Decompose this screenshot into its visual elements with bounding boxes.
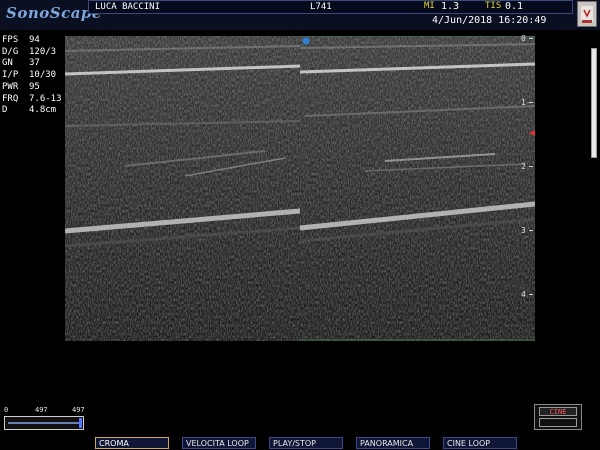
softkey-panoramica[interactable]: PANORAMICA (356, 437, 430, 449)
depth-label: 4 (521, 290, 526, 299)
depth-tick (529, 38, 533, 39)
image-left (64, 36, 301, 341)
softkey-bar: CROMA VELOCITA LOOP PLAY/STOP PANORAMICA CIN… (0, 437, 600, 450)
depth-tick (529, 294, 533, 295)
param-key: D/G (2, 46, 19, 57)
ultrasound-image (64, 35, 536, 341)
param-key: I/P (2, 70, 19, 81)
param-value: 7.6-13 (29, 93, 62, 104)
param-value: 95 (29, 81, 40, 92)
param-key: FPS (2, 35, 19, 45)
cine-max-label: 497 (72, 406, 85, 414)
param-value: 120/3 (29, 46, 57, 57)
cine-button-label: CINE (539, 407, 577, 416)
param-row: FPS 94 (2, 35, 62, 47)
tis-value: 0.1 (505, 1, 524, 12)
patient-name: LUCA BACCINI (95, 2, 161, 12)
active-image-marker-icon (302, 37, 310, 45)
mi-label: MI (424, 1, 435, 11)
depth-tick (529, 166, 533, 167)
param-value: 94 (29, 35, 40, 45)
depth-tick (529, 102, 533, 103)
softkey-play-stop[interactable]: PLAY/STOP (269, 437, 343, 449)
param-key: D (2, 105, 8, 116)
param-row: FRQ 7.6-13 (2, 94, 62, 106)
side-scrollbar[interactable] (591, 48, 597, 158)
hospital-logo-icon (577, 1, 597, 27)
cine-indicator-lower (539, 418, 577, 427)
cine-indicator[interactable]: CINE (534, 404, 582, 430)
param-row: D/G 120/3 (2, 47, 62, 59)
param-row: GN 37 (2, 58, 62, 70)
param-row: D 4.8cm (2, 105, 62, 117)
cine-min-label: 0 (4, 406, 9, 414)
probe-name: L741 (310, 2, 332, 12)
softkey-croma[interactable]: CROMA (95, 437, 169, 449)
cine-slider-handle[interactable] (79, 418, 82, 428)
cine-slider-panel: 0 497 497 (2, 406, 86, 432)
depth-label: 2 (521, 162, 526, 171)
imaging-parameters: FPS 94 D/G 120/3 GN 37 I/P 10/30 PWR 95 FRQ 7.6-13 D… (2, 35, 62, 117)
image-right (299, 35, 536, 341)
tis-label: TIS (485, 1, 502, 11)
ultrasound-image-dual (64, 35, 536, 341)
param-value: 10/30 (29, 70, 57, 81)
softkey-cine-loop[interactable]: CINE LOOP (443, 437, 517, 449)
depth-tick (529, 230, 533, 231)
param-value: 37 (29, 58, 40, 69)
cine-slider[interactable] (4, 416, 84, 430)
mi-value: 1.3 (441, 1, 460, 12)
softkey-velocita-loop[interactable]: VELOCITA LOOP (182, 437, 256, 449)
param-key: PWR (2, 81, 19, 92)
param-value: 4.8cm (29, 105, 57, 116)
date-time: 4/Jun/2018 16:20:49 (432, 15, 547, 26)
cine-slider-fill (8, 422, 80, 424)
depth-label: 1 (521, 98, 526, 107)
depth-label: 0 (521, 34, 526, 43)
param-row: PWR 95 (2, 82, 62, 94)
param-key: GN (2, 58, 13, 69)
cine-mid-label: 497 (35, 406, 48, 414)
param-key: FRQ (2, 93, 19, 104)
depth-label: 3 (521, 226, 526, 235)
header-bar: SonoScape LUCA BACCINI L741 MI 1.3 TIS 0… (0, 0, 600, 30)
param-row: I/P 10/30 (2, 70, 62, 82)
focus-marker-icon[interactable] (529, 130, 535, 136)
